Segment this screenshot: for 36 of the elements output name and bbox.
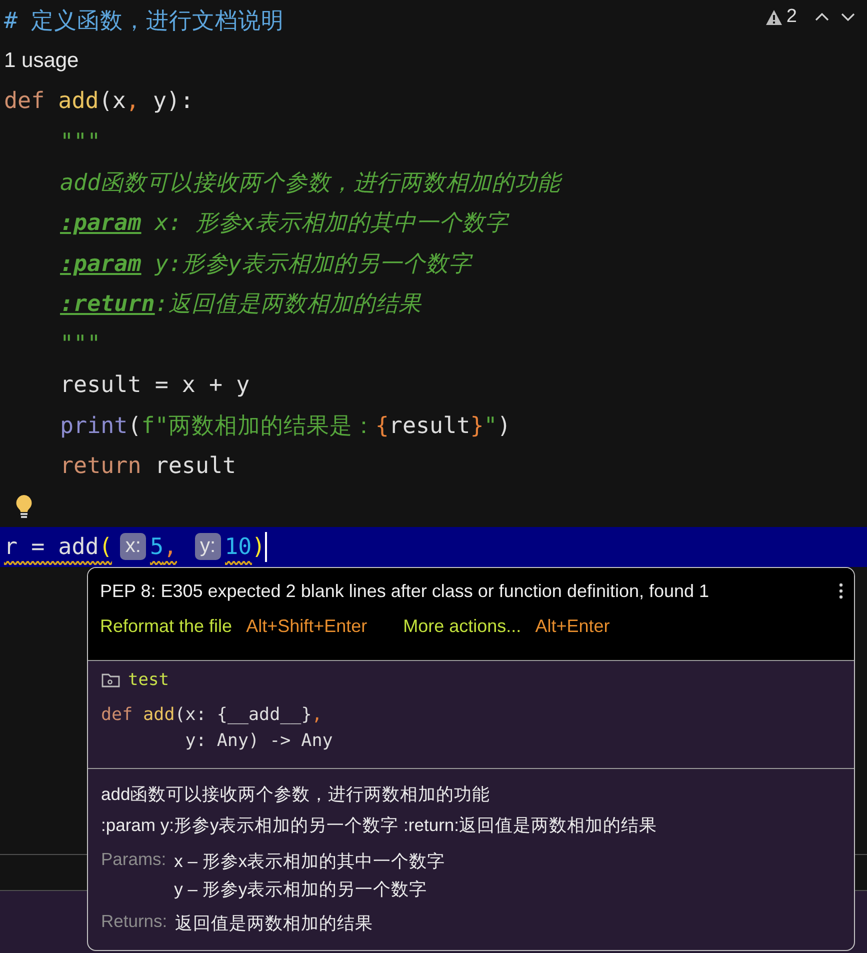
action-link[interactable]: Reformat the file [100, 616, 232, 637]
code-line: print(f"两数相加的结果是：{result}") [60, 412, 511, 441]
code-line: :return:返回值是两数相加的结果 [60, 290, 422, 320]
text-cursor [265, 532, 268, 562]
warning-icon [765, 8, 784, 26]
more-icon[interactable] [838, 582, 844, 600]
shortcut-label: Alt+Shift+Enter [246, 616, 368, 637]
action-link[interactable]: More actions... [403, 616, 522, 637]
inspection-message: PEP 8: E305 expected 2 blank lines after class or function definition, found 1 [100, 581, 710, 602]
comment-line: # 定义函数，进行文档说明 [4, 6, 284, 36]
folder-icon [101, 671, 121, 689]
description-text: add函数可以接收两个参数，进行两数相加的功能 [101, 783, 492, 806]
section-label: Params: [101, 849, 166, 871]
signature-line: y: Any) -> Any [184, 730, 333, 753]
code-line: def add(x, y): [4, 88, 194, 114]
code-line: :param y:形参y表示相加的另一个数字 [60, 250, 472, 279]
problems-counter[interactable]: 2 [765, 6, 797, 28]
code-line: :param x: 形参x表示相加的其中一个数字 [60, 209, 508, 238]
shortcut-label: Alt+Enter [535, 616, 610, 637]
section-text: x – 形参x表示相加的其中一个数字 [174, 850, 446, 873]
usage-hint[interactable]: 1 usage [4, 48, 79, 73]
lightbulb-icon[interactable] [14, 494, 34, 518]
parameter-hint: x: [120, 533, 146, 560]
module-name: test [128, 670, 169, 690]
code-line: add函数可以接收两个参数，进行两数相加的功能 [60, 168, 561, 198]
section-label: Returns: [101, 911, 168, 933]
code-line: """ [60, 128, 101, 155]
section-text: y – 形参y表示相加的另一个数字 [174, 878, 428, 901]
code-line: """ [60, 331, 101, 358]
code-line: return result [60, 452, 236, 479]
code-text: 5, [150, 528, 178, 565]
section-text: 返回值是两数相加的结果 [175, 912, 374, 935]
signature-line: def add(x: {__add__}, [101, 704, 322, 727]
code-line: result = x + y [60, 372, 250, 398]
parameter-hint: y: [195, 533, 221, 560]
description-text: :param y:形参y表示相加的另一个数字 :return:返回值是两数相加的结果 [101, 814, 658, 837]
